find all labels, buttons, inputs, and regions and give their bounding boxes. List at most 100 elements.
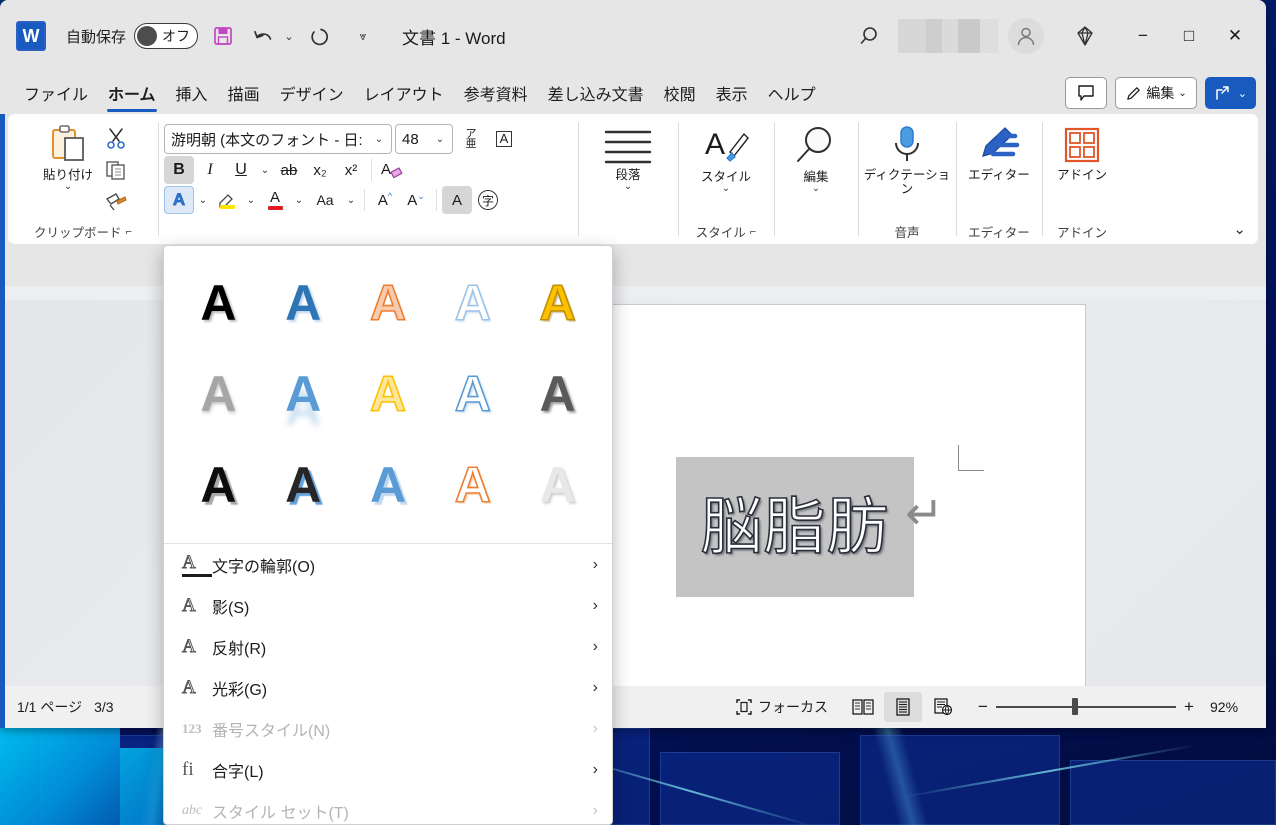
font-name-combobox[interactable]: 游明朝 (本文のフォント - 日: ⌄ [164, 124, 392, 154]
enclose-character-button[interactable]: A [489, 125, 519, 153]
bold-button[interactable]: B [164, 156, 194, 184]
character-shading-button[interactable]: A [442, 186, 472, 214]
menu-item-ligature[interactable]: fi 合字(L) › [164, 749, 612, 790]
tab-draw[interactable]: 描画 [218, 81, 270, 114]
menu-item-text-shadow[interactable]: A 影(S) › [164, 585, 612, 626]
paragraph-button[interactable]: 段落 ⌄ [582, 118, 674, 192]
zoom-thumb[interactable] [1072, 698, 1078, 716]
tab-view[interactable]: 表示 [706, 81, 758, 114]
tab-insert[interactable]: 挿入 [166, 81, 218, 114]
styles-button[interactable]: A スタイル ⌄ [682, 118, 770, 194]
shrink-font-button[interactable]: A⌄ [401, 186, 431, 214]
comments-button[interactable] [1065, 77, 1108, 109]
avatar[interactable] [1008, 18, 1044, 54]
text-effects-button[interactable]: A [164, 186, 194, 214]
wordart-style-12[interactable]: A [261, 442, 346, 527]
read-mode-button[interactable] [844, 692, 882, 722]
selected-text-block[interactable]: 脳脂肪 [676, 457, 914, 597]
font-color-button[interactable]: A [260, 186, 290, 214]
save-icon[interactable] [206, 19, 240, 53]
grow-font-button[interactable]: A^ [370, 186, 400, 214]
change-case-chevron-down-icon[interactable]: ⌄ [343, 187, 359, 213]
wordart-style-5[interactable]: A [515, 260, 600, 345]
editing-button[interactable]: 編集 ⌄ [778, 118, 854, 194]
autosave-toggle[interactable]: オフ [134, 23, 199, 49]
font-color-chevron-down-icon[interactable]: ⌄ [291, 187, 307, 213]
addins-button[interactable]: アドイン [1046, 118, 1118, 182]
menu-item-text-glow[interactable]: A 光彩(G) › [164, 667, 612, 708]
wordart-style-10[interactable]: A [515, 351, 600, 436]
cut-button[interactable] [101, 124, 131, 152]
phonetic-guide-button[interactable]: ア亜 [456, 125, 486, 153]
wordart-style-2[interactable]: A [261, 260, 346, 345]
clear-formatting-icon: A [381, 161, 403, 179]
wordart-style-4[interactable]: A [430, 260, 515, 345]
redo-icon[interactable] [304, 19, 338, 53]
text-highlight-button[interactable] [212, 186, 242, 214]
search-icon[interactable] [854, 19, 888, 53]
italic-button[interactable]: I [195, 156, 225, 184]
dictation-button[interactable]: ディクテーション [862, 118, 952, 197]
minimize-button[interactable]: − [1120, 13, 1166, 59]
page-indicator[interactable]: 1/1 ページ [5, 697, 94, 717]
underline-chevron-down-icon[interactable]: ⌄ [257, 157, 273, 183]
paste-button[interactable]: 貼り付け ⌄ [35, 118, 101, 192]
tab-help[interactable]: ヘルプ [758, 81, 826, 114]
wordart-style-3[interactable]: A [346, 260, 431, 345]
tab-mailings[interactable]: 差し込み文書 [538, 81, 654, 114]
wordart-style-14[interactable]: A [430, 442, 515, 527]
undo-dropdown-chevron-down-icon[interactable]: ⌄ [282, 19, 296, 53]
clipboard-dialog-launcher-icon[interactable]: ⌐ [126, 226, 132, 238]
zoom-out-button[interactable]: − [970, 697, 996, 717]
enclose-characters-button[interactable]: 字 [473, 186, 503, 214]
wordart-style-15[interactable]: A [515, 442, 600, 527]
subscript-button[interactable]: x₂ [305, 156, 335, 184]
tab-layout[interactable]: レイアウト [354, 81, 454, 114]
web-layout-button[interactable] [924, 692, 962, 722]
text-effects-chevron-down-icon[interactable]: ⌄ [195, 187, 211, 213]
strikethrough-button[interactable]: ab [274, 156, 304, 184]
zoom-level-label[interactable]: 92% [1210, 699, 1252, 715]
styles-dialog-launcher-icon[interactable]: ⌐ [750, 226, 756, 238]
maximize-button[interactable]: □ [1166, 13, 1212, 59]
collapse-ribbon-button[interactable]: ⌄ [1233, 220, 1246, 238]
format-painter-button[interactable] [101, 188, 131, 216]
tab-design[interactable]: デザイン [270, 81, 354, 114]
wordart-style-11[interactable]: A [176, 442, 261, 527]
wordart-style-1[interactable]: A [176, 260, 261, 345]
zoom-track[interactable] [996, 698, 1176, 716]
superscript-button[interactable]: x² [336, 156, 366, 184]
font-size-combobox[interactable]: 48 ⌄ [395, 124, 453, 154]
wordart-style-9[interactable]: A [430, 351, 515, 436]
wordart-style-6[interactable]: A [176, 351, 261, 436]
editing-mode-button[interactable]: 編集 ⌄ [1115, 77, 1197, 109]
print-layout-button[interactable] [884, 692, 922, 722]
font-name-chevron-down-icon[interactable]: ⌄ [371, 126, 387, 152]
customize-quick-access-chevron-down-icon[interactable]: ⩔ [346, 19, 380, 53]
tab-file[interactable]: ファイル [14, 81, 98, 114]
menu-item-text-outline[interactable]: A 文字の輪郭(O) › [164, 544, 612, 585]
close-button[interactable]: ✕ [1212, 13, 1258, 59]
clear-formatting-button[interactable]: A [377, 156, 407, 184]
word-count[interactable]: 3/3 [94, 699, 125, 715]
copy-button[interactable] [101, 156, 131, 184]
wordart-style-13[interactable]: A [346, 442, 431, 527]
menu-item-text-reflection[interactable]: A 反射(R) › [164, 626, 612, 667]
menu-item-label: 光彩(G) [212, 681, 268, 699]
zoom-in-button[interactable]: + [1176, 697, 1202, 717]
editor-button[interactable]: エディター [960, 118, 1038, 182]
underline-button[interactable]: U [226, 156, 256, 184]
highlight-chevron-down-icon[interactable]: ⌄ [243, 187, 259, 213]
tab-review[interactable]: 校閲 [654, 81, 706, 114]
tab-home[interactable]: ホーム [98, 81, 166, 114]
undo-icon[interactable] [248, 19, 282, 53]
font-size-chevron-down-icon[interactable]: ⌄ [432, 126, 448, 152]
diamond-icon[interactable] [1068, 19, 1102, 53]
change-case-button[interactable]: Aa [308, 186, 342, 214]
wordart-style-7[interactable]: A [261, 351, 346, 436]
share-button[interactable]: ⌄ [1204, 77, 1256, 109]
tab-references[interactable]: 参考資料 [454, 81, 538, 114]
wordart-style-8[interactable]: A [346, 351, 431, 436]
focus-mode-button[interactable]: フォーカス [735, 697, 842, 717]
zoom-slider[interactable]: − + [970, 697, 1202, 717]
